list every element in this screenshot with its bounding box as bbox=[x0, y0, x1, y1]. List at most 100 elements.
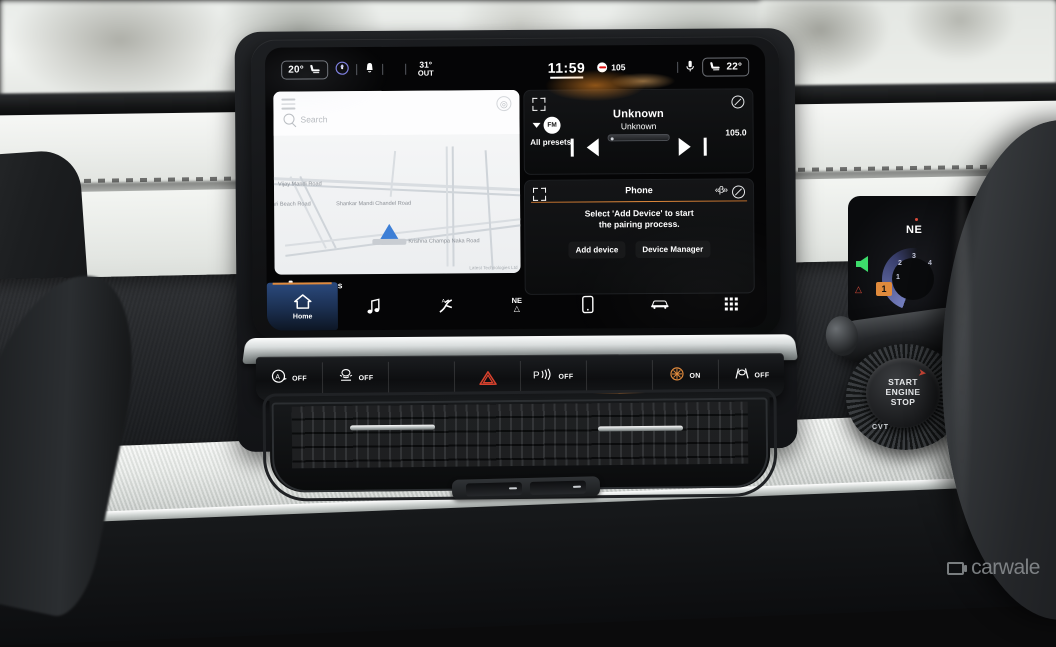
blank-button-2[interactable] bbox=[586, 354, 652, 398]
park-assist-button[interactable]: P OFF bbox=[520, 355, 586, 399]
left-turn-arrow-icon bbox=[856, 256, 868, 272]
all-presets-button[interactable]: All presets bbox=[530, 138, 572, 147]
right-widget-column: FM All presets Unknown Unknown 105.0 «β»… bbox=[523, 88, 755, 295]
hamburger-icon[interactable] bbox=[281, 98, 296, 113]
map-widget[interactable]: Vijay Mandi Road Hari Beach Road Shankar… bbox=[273, 89, 521, 275]
status-bar: 20° 31° OUT 11:59 105 22° bbox=[265, 44, 765, 91]
blank-button-1[interactable] bbox=[388, 355, 454, 399]
traction-control-button[interactable]: OFF bbox=[322, 356, 388, 400]
track-title: Unknown bbox=[612, 107, 664, 121]
outside-temp-value: 31° bbox=[419, 59, 433, 70]
carwale-logo-icon bbox=[947, 561, 968, 575]
seat-massage-icon: A bbox=[435, 296, 455, 314]
nav-compass[interactable]: NE △ bbox=[481, 281, 553, 329]
bottom-nav-bar: Home A NE △ bbox=[266, 279, 767, 331]
fan-icon[interactable] bbox=[335, 61, 349, 77]
search-input[interactable]: Search bbox=[283, 113, 328, 125]
auto-start-stop-button[interactable]: A OFF bbox=[256, 356, 322, 400]
traction-control-state: OFF bbox=[358, 374, 374, 382]
start-button-label: START ENGINE STOP bbox=[885, 377, 921, 407]
vent-slider-right[interactable] bbox=[529, 480, 587, 495]
speed-limit-badge: 105 bbox=[597, 62, 625, 73]
divider bbox=[381, 63, 383, 75]
hazard-button[interactable] bbox=[454, 355, 520, 399]
vent-control-plate bbox=[451, 476, 601, 500]
start-engine-stop-button[interactable]: START ENGINE STOP bbox=[866, 358, 940, 428]
start-label-line1: START bbox=[888, 377, 918, 388]
watermark: carwale bbox=[947, 556, 1040, 580]
map-attribution: Latest Technologies Ltd bbox=[469, 264, 518, 271]
vent-chrome-blade-left[interactable] bbox=[349, 424, 436, 431]
compass-icon[interactable]: ◎ bbox=[496, 96, 512, 112]
outside-temp-label: OUT bbox=[417, 68, 434, 78]
vent-slats-horizontal bbox=[291, 401, 749, 469]
nav-home[interactable]: Home bbox=[266, 282, 339, 331]
heated-seat-icon[interactable] bbox=[309, 63, 321, 76]
nav-media[interactable] bbox=[338, 282, 410, 330]
phone-widget[interactable]: «β» Phone Select 'Add Device' to start t… bbox=[523, 178, 755, 295]
lane-assist-state: OFF bbox=[754, 371, 770, 379]
lane-assist-button[interactable]: OFF bbox=[718, 353, 784, 397]
phone-widget-header: Phone bbox=[525, 179, 753, 201]
gear-value: 1 bbox=[881, 284, 887, 294]
tacho-mark: 2 bbox=[898, 260, 902, 267]
vent-chrome-blade-right[interactable] bbox=[597, 425, 684, 432]
map-road-label: Shankar Mandi Chandel Road bbox=[336, 200, 412, 208]
map-search-bar[interactable]: ◎ Search bbox=[273, 89, 520, 136]
driver-climate-control[interactable]: 20° bbox=[281, 59, 328, 80]
gear-indicator: 1 bbox=[876, 282, 892, 296]
amber-indicator bbox=[592, 391, 646, 394]
nav-apps[interactable] bbox=[695, 279, 767, 327]
start-indicator-icon: ➤ bbox=[917, 367, 928, 380]
apps-grid-icon bbox=[724, 296, 738, 311]
start-label-line2: ENGINE bbox=[885, 387, 921, 398]
bell-icon[interactable] bbox=[364, 62, 375, 76]
passenger-climate-control[interactable]: 22° bbox=[702, 56, 750, 77]
clock: 11:59 bbox=[547, 59, 586, 76]
skip-previous-icon[interactable] bbox=[586, 138, 599, 157]
mute-icon[interactable] bbox=[731, 95, 745, 109]
radio-widget[interactable]: FM All presets Unknown Unknown 105.0 bbox=[523, 88, 754, 175]
expand-icon[interactable] bbox=[532, 97, 546, 111]
microphone-icon[interactable] bbox=[685, 59, 695, 74]
search-placeholder: Search bbox=[300, 113, 328, 125]
watermark-text: carwale bbox=[971, 556, 1040, 579]
car-interior-scene: 20° 31° OUT 11:59 105 22° Vijay Mandi Ro… bbox=[0, 0, 1056, 647]
esc-icon bbox=[669, 366, 685, 385]
nav-vehicle[interactable] bbox=[624, 280, 696, 328]
heated-seat-icon[interactable] bbox=[709, 60, 721, 73]
divider bbox=[677, 61, 679, 73]
phone-widget-actions: Add device Device Manager bbox=[525, 240, 753, 259]
nav-phone[interactable] bbox=[552, 280, 624, 328]
device-manager-button[interactable]: Device Manager bbox=[635, 240, 711, 259]
add-device-button[interactable]: Add device bbox=[568, 241, 626, 259]
amber-indicator bbox=[394, 392, 448, 395]
track-subtitle: Unknown bbox=[620, 121, 657, 132]
nav-comfort[interactable]: A bbox=[409, 281, 481, 329]
map-road-label: Krishna Champa Naka Road bbox=[408, 238, 480, 245]
esc-state: ON bbox=[689, 372, 701, 380]
esc-button[interactable]: ON bbox=[652, 354, 718, 398]
vent-slider-left[interactable] bbox=[465, 481, 523, 496]
infotainment-screen[interactable]: 20° 31° OUT 11:59 105 22° Vijay Mandi Ro… bbox=[265, 44, 767, 331]
widget-area: Vijay Mandi Road Hari Beach Road Shankar… bbox=[265, 88, 766, 296]
nav-home-label: Home bbox=[292, 313, 313, 321]
map-road-label: Vijay Mandi Road bbox=[277, 181, 322, 188]
band-selector[interactable]: FM bbox=[532, 116, 561, 134]
hazard-triangle-icon bbox=[479, 370, 497, 386]
tacho-mark: 1 bbox=[896, 274, 900, 281]
auto-start-stop-icon: A bbox=[271, 369, 288, 389]
chevron-down-icon[interactable] bbox=[532, 122, 541, 128]
tacho-mark: 4 bbox=[928, 260, 932, 267]
frequency-value: 105.0 bbox=[725, 127, 747, 138]
pairing-message-line2: the pairing process. bbox=[598, 219, 680, 230]
car-icon bbox=[650, 295, 670, 313]
cluster-compass: NE bbox=[906, 218, 923, 236]
tuning-bar[interactable] bbox=[607, 133, 670, 142]
divider bbox=[355, 63, 357, 75]
svg-text:A: A bbox=[275, 374, 280, 381]
driver-temp-value: 20° bbox=[288, 63, 304, 76]
svg-text:P: P bbox=[533, 370, 540, 381]
skip-next-icon[interactable] bbox=[678, 137, 691, 156]
music-note-icon bbox=[364, 297, 384, 315]
